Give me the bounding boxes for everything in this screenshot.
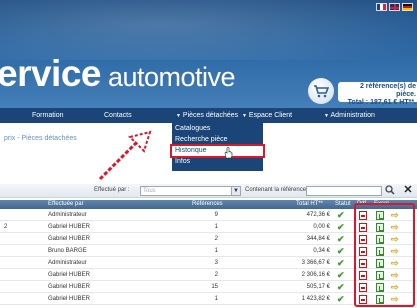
row-references: 1 [214, 296, 218, 302]
row-lead-cell: 2 [4, 224, 8, 230]
nav-pieces-label: Pièces détachées [182, 112, 239, 119]
row-total-ht: 505,17 € [306, 284, 330, 290]
row-total-ht: 344,84 € [306, 236, 330, 242]
row-references: 1 [214, 248, 218, 254]
row-total-ht: 1 423,82 € [301, 296, 330, 302]
status-check-icon: ✔ [337, 258, 345, 268]
row-effectue-par: Administrateur [48, 260, 87, 266]
brand-light: automotive [108, 62, 236, 92]
historique-highlight-box [170, 144, 265, 158]
row-references: 2 [214, 236, 218, 242]
row-references: 3 [214, 260, 218, 266]
red-arrow-annotation [98, 130, 152, 181]
brand-logo[interactable]: ervice automotive [0, 53, 236, 95]
nav-administration-label: Administration [330, 112, 375, 119]
effectue-par-label: Effectué par : [94, 187, 130, 193]
main-nav: Formation Contacts ▼ Pièces détachées ▼ … [0, 108, 417, 123]
filter-bar: Effectué par : Tous ▼ Contenant la référ… [0, 184, 417, 198]
row-total-ht: 0,00 € [313, 224, 330, 230]
cart-text: 2 référence(s) de pièce. Total : 187,61 … [338, 82, 417, 106]
language-flags [376, 3, 413, 11]
row-total-ht: 3 366,67 € [301, 260, 330, 266]
reference-input[interactable] [306, 186, 382, 196]
row-effectue-par: Gabriel HUBER [48, 296, 91, 302]
chevron-down-icon[interactable]: ▼ [231, 187, 240, 195]
status-check-icon: ✔ [337, 234, 345, 244]
header-effectuee-par: Effectuée par [48, 201, 84, 207]
actions-highlight-box [354, 203, 415, 307]
cart-icon[interactable] [308, 78, 334, 104]
hand-cursor-icon [224, 147, 233, 159]
row-references: 2 [214, 272, 218, 278]
site-header: ervice automotive 2 référence(s) de pièce… [0, 0, 417, 122]
cart-summary[interactable]: 2 référence(s) de pièce. Total : 187,61 … [308, 78, 417, 106]
nav-contacts[interactable]: Contacts [104, 108, 132, 123]
row-effectue-par: Bruno BARGE [48, 248, 87, 254]
cart-total: Total : 187,61 € HT**. [347, 99, 416, 106]
close-icon[interactable]: ✕ [402, 184, 414, 197]
menu-item-catalogues[interactable]: Catalogues [172, 123, 263, 134]
chevron-down-icon: ▼ [176, 113, 181, 119]
status-check-icon: ✔ [337, 294, 345, 304]
nav-pieces-detachees[interactable]: ▼ Pièces détachées [176, 108, 238, 123]
effectue-par-value: Tous [143, 188, 156, 194]
header-gloss [0, 0, 417, 60]
nav-formation[interactable]: Formation [32, 108, 64, 123]
status-check-icon: ✔ [337, 246, 345, 256]
cart-count: 2 référence(s) de pièce. [359, 83, 416, 98]
status-check-icon: ✔ [337, 210, 345, 220]
header-statut: Statut [335, 201, 351, 207]
header-total-ht: Total HT** [296, 201, 324, 207]
nav-espace-client[interactable]: ▼ Espace Client [242, 108, 292, 123]
de-flag-icon[interactable] [402, 3, 413, 11]
nav-administration[interactable]: ▼ Administration [324, 108, 375, 123]
uk-flag-icon[interactable] [389, 3, 400, 11]
row-total-ht: 472,36 € [306, 212, 330, 218]
fr-flag-icon[interactable] [376, 3, 387, 11]
row-effectue-par: Administrateur [48, 212, 87, 218]
effectue-par-select[interactable]: Tous ▼ [140, 186, 241, 196]
status-check-icon: ✔ [337, 270, 345, 280]
reference-label: Contenant la référence : [245, 187, 310, 193]
chevron-down-icon: ▼ [324, 113, 329, 119]
row-effectue-par: Gabriel HUBER [48, 224, 91, 230]
status-check-icon: ✔ [337, 282, 345, 292]
nav-espace-label: Espace Client [248, 112, 293, 119]
chevron-down-icon: ▼ [242, 113, 247, 119]
row-references: 9 [214, 212, 218, 218]
row-references: 15 [211, 284, 218, 290]
row-effectue-par: Gabriel HUBER [48, 236, 91, 242]
row-references: 1 [214, 224, 218, 230]
row-effectue-par: Gabriel HUBER [48, 272, 91, 278]
breadcrumb: prix - Pièces détachées [4, 135, 77, 142]
row-total-ht: 0,34 € [313, 248, 330, 254]
search-icon[interactable] [384, 185, 396, 197]
row-effectue-par: Gabriel HUBER [48, 284, 91, 290]
header-references: Références [192, 201, 223, 207]
status-check-icon: ✔ [337, 222, 345, 232]
row-total-ht: 2 306,16 € [301, 272, 330, 278]
brand-bold: ervice [0, 53, 102, 94]
